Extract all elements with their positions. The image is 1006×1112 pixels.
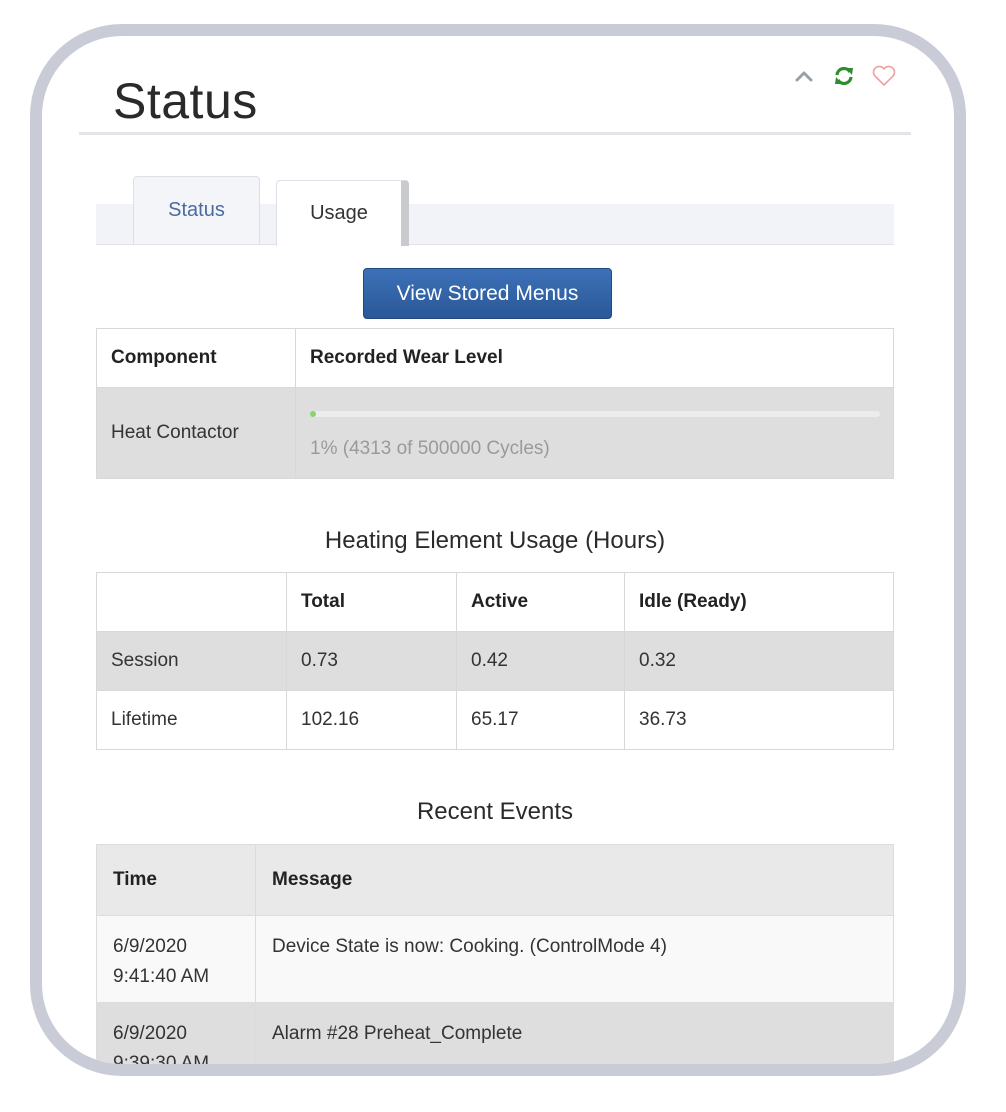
column-header-blank bbox=[96, 572, 287, 632]
cell-idle: 0.32 bbox=[624, 631, 894, 691]
table-row: Heat Contactor 1% (4313 of 500000 Cycles… bbox=[96, 387, 894, 479]
event-date: 6/9/2020 bbox=[113, 936, 187, 957]
view-stored-menus-button[interactable]: View Stored Menus bbox=[363, 268, 612, 319]
wear-progress-fill bbox=[310, 411, 316, 417]
column-header-wear-level: Recorded Wear Level bbox=[295, 328, 894, 388]
row-label: Lifetime bbox=[96, 690, 287, 750]
recent-events-title: Recent Events bbox=[416, 798, 574, 825]
column-header-total: Total bbox=[286, 572, 457, 632]
chevron-up-icon[interactable] bbox=[790, 62, 818, 90]
event-clock: 9:41:40 AM bbox=[113, 966, 210, 987]
recent-events-table: Time Message 6/9/2020 9:41:40 AM Device … bbox=[96, 844, 894, 1074]
column-header-active: Active bbox=[456, 572, 625, 632]
title-toolbar bbox=[790, 62, 898, 90]
cell-total: 0.73 bbox=[286, 631, 457, 691]
table-row: 6/9/2020 9:41:40 AM Device State is now:… bbox=[96, 915, 894, 1003]
heart-icon[interactable] bbox=[870, 62, 898, 90]
event-clock: 9:39:30 AM bbox=[113, 1053, 210, 1074]
event-message: Alarm #28 Preheat_Complete bbox=[255, 1002, 894, 1064]
wear-level-cell: 1% (4313 of 500000 Cycles) bbox=[295, 387, 894, 479]
device-frame: Status Status Usage View Stored Menus Co… bbox=[30, 24, 966, 1076]
refresh-icon[interactable] bbox=[830, 62, 858, 90]
row-label: Session bbox=[96, 631, 287, 691]
column-header-idle: Idle (Ready) bbox=[624, 572, 894, 632]
event-time: 6/9/2020 9:41:40 AM bbox=[96, 915, 256, 1003]
title-divider bbox=[79, 132, 911, 135]
table-row: 6/9/2020 9:39:30 AM Alarm #28 Preheat_Co… bbox=[96, 1002, 894, 1074]
cell-idle: 36.73 bbox=[624, 690, 894, 750]
column-header-message: Message bbox=[255, 844, 894, 916]
cell-active: 65.17 bbox=[456, 690, 625, 750]
heating-usage-title: Heating Element Usage (Hours) bbox=[324, 527, 666, 554]
page-title: Status bbox=[113, 73, 258, 129]
wear-progress-bar bbox=[310, 411, 880, 417]
event-time: 6/9/2020 9:39:30 AM bbox=[96, 1002, 256, 1074]
column-header-time: Time bbox=[96, 844, 256, 916]
event-date: 6/9/2020 bbox=[113, 1023, 187, 1044]
wear-caption: 1% (4313 of 500000 Cycles) bbox=[310, 438, 550, 459]
table-row: Lifetime 102.16 65.17 36.73 bbox=[96, 690, 894, 750]
table-row: Session 0.73 0.42 0.32 bbox=[96, 631, 894, 691]
cell-active: 0.42 bbox=[456, 631, 625, 691]
wear-level-table: Component Recorded Wear Level Heat Conta… bbox=[96, 328, 894, 479]
tab-usage[interactable]: Usage bbox=[276, 180, 409, 246]
tab-status[interactable]: Status bbox=[133, 176, 260, 244]
heating-usage-table: Total Active Idle (Ready) Session 0.73 0… bbox=[96, 572, 894, 750]
column-header-component: Component bbox=[96, 328, 296, 388]
component-name: Heat Contactor bbox=[96, 387, 296, 479]
cell-total: 102.16 bbox=[286, 690, 457, 750]
event-message: Device State is now: Cooking. (ControlMo… bbox=[255, 915, 894, 1003]
